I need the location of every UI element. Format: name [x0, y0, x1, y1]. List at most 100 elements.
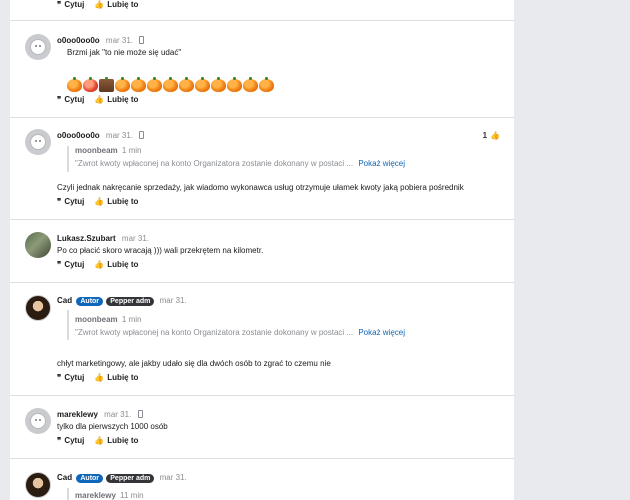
- quote-author: moonbeam: [75, 146, 118, 155]
- pumpkin-emoji-icon: [163, 77, 178, 92]
- pumpkin-emoji-icon: [147, 77, 162, 92]
- quote-icon: ❞: [57, 260, 62, 269]
- comment-header: o0oo0oo0o mar 31.: [57, 131, 145, 140]
- quote-text: "Zwrot kwoty wpłaconej na konto Organiza…: [75, 328, 354, 337]
- thumbs-up-icon: 👍: [94, 95, 105, 104]
- emoji-row: [67, 77, 274, 92]
- divider: [10, 219, 514, 220]
- quote-button[interactable]: ❞ Cytuj: [57, 197, 84, 206]
- author-name[interactable]: mareklewy: [57, 410, 98, 419]
- author-name[interactable]: Lukasz.Szubart: [57, 234, 116, 243]
- comment-text: Czyli jednak nakręcanie sprzedaży, jak w…: [57, 183, 464, 192]
- divider: [10, 20, 514, 21]
- comment-date: mar 31.: [105, 36, 134, 45]
- quote-icon: ❞: [57, 197, 62, 206]
- pumpkin-emoji-icon: [243, 77, 258, 92]
- quote-body: "Zwrot kwoty wpłaconej na konto Organiza…: [75, 328, 405, 337]
- comment-actions: ❞ Cytuj 👍 Lubię to: [57, 260, 138, 269]
- divider: [10, 458, 514, 459]
- comment-header: Cad Autor Pepper adm mar 31.: [57, 296, 187, 306]
- quote-button[interactable]: ❞ Cytuj: [57, 436, 84, 445]
- like-count[interactable]: 1 👍: [483, 131, 500, 140]
- comment-date: mar 31.: [104, 410, 132, 419]
- quote-button[interactable]: ❞ Cytuj: [57, 260, 84, 269]
- comment-actions: ❞ Cytuj 👍 Lubię to: [57, 0, 138, 9]
- quoted-comment[interactable]: moonbeam 1 min "Zwrot kwoty wpłaconej na…: [67, 310, 405, 340]
- admin-badge: Pepper adm: [106, 297, 155, 306]
- like-button[interactable]: 👍 Lubię to: [94, 95, 138, 104]
- comment-date: mar 31.: [159, 296, 187, 305]
- avatar[interactable]: [25, 408, 51, 434]
- quote-header: moonbeam 1 min: [75, 315, 405, 324]
- like-button[interactable]: 👍 Lubię to: [94, 373, 138, 382]
- comment-header: Cad Autor Pepper adm mar 31.: [57, 473, 187, 483]
- quote-text: "Zwrot kwoty wpłaconej na konto Organiza…: [75, 159, 354, 168]
- divider: [10, 117, 514, 118]
- author-name[interactable]: Cad: [57, 296, 72, 305]
- comment-text: Brzmi jak "to nie może się udać": [67, 48, 182, 57]
- pumpkin-emoji-icon: [67, 77, 82, 92]
- quote-button[interactable]: ❞ Cytuj: [57, 373, 84, 382]
- comment-header: mareklewy mar 31.: [57, 410, 143, 419]
- admin-badge: Pepper adm: [106, 474, 155, 483]
- default-avatar-icon: [30, 413, 46, 429]
- quote-icon: ❞: [57, 95, 62, 104]
- show-more-link[interactable]: Pokaż więcej: [358, 328, 405, 337]
- comment-actions: ❞ Cytuj 👍 Lubię to: [57, 373, 138, 382]
- default-avatar-icon: [30, 134, 46, 150]
- avatar[interactable]: [25, 295, 51, 321]
- thumbs-up-icon: 👍: [94, 197, 105, 206]
- comment-date: mar 31.: [121, 234, 150, 243]
- mobile-icon: [139, 36, 145, 44]
- pumpkin-emoji-icon: [179, 77, 194, 92]
- comment-actions: ❞ Cytuj 👍 Lubię to: [57, 436, 138, 445]
- quote-button[interactable]: ❞ Cytuj: [57, 95, 84, 104]
- thumbs-up-icon: 👍: [94, 0, 105, 9]
- author-name[interactable]: Cad: [57, 473, 72, 482]
- author-name[interactable]: o0oo0oo0o: [57, 36, 100, 45]
- quote-time: 1 min: [121, 146, 142, 155]
- thumbs-up-icon: 👍: [94, 260, 105, 269]
- avatar[interactable]: [25, 472, 51, 498]
- pumpkin-emoji-icon: [83, 77, 98, 92]
- like-button[interactable]: 👍 Lubię to: [94, 197, 138, 206]
- quote-button[interactable]: ❞ Cytuj: [57, 0, 84, 9]
- comment-actions: ❞ Cytuj 👍 Lubię to: [57, 95, 138, 104]
- comment-actions: ❞ Cytuj 👍 Lubię to: [57, 197, 138, 206]
- avatar[interactable]: [25, 129, 51, 155]
- divider: [10, 395, 514, 396]
- quoted-comment[interactable]: mareklewy 11 min: [67, 488, 144, 500]
- comment-date: mar 31.: [105, 131, 134, 140]
- like-button[interactable]: 👍 Lubię to: [94, 260, 138, 269]
- author-name[interactable]: o0oo0oo0o: [57, 131, 100, 140]
- comment-text: tylko dla pierwszych 1000 osób: [57, 422, 168, 431]
- thumbs-up-icon: 👍: [490, 131, 500, 140]
- pumpkin-emoji-icon: [227, 77, 242, 92]
- quote-icon: ❞: [57, 436, 62, 445]
- like-button[interactable]: 👍 Lubię to: [94, 0, 138, 9]
- quote-body: "Zwrot kwoty wpłaconej na konto Organiza…: [75, 159, 405, 168]
- comment-header: Lukasz.Szubart mar 31.: [57, 234, 149, 243]
- comment-text: Po co płacić skoro wracają ))) wali prze…: [57, 246, 264, 255]
- avatar[interactable]: [25, 34, 51, 60]
- thumbs-up-icon: 👍: [94, 373, 105, 382]
- quote-icon: ❞: [57, 373, 62, 382]
- comment-text: chłyt marketingowy, ale jakby udało się …: [57, 359, 331, 368]
- show-more-link[interactable]: Pokaż więcej: [358, 159, 405, 168]
- quote-header: moonbeam 1 min: [75, 146, 405, 155]
- divider: [10, 282, 514, 283]
- pumpkin-emoji-icon: [131, 77, 146, 92]
- author-badge: Autor: [76, 474, 104, 483]
- box-emoji-icon: [99, 77, 114, 92]
- avatar[interactable]: [25, 232, 51, 258]
- pumpkin-emoji-icon: [259, 77, 274, 92]
- quote-author: mareklewy: [75, 491, 116, 500]
- like-button[interactable]: 👍 Lubię to: [94, 436, 138, 445]
- comments-panel: ❞ Cytuj 👍 Lubię to o0oo0oo0o mar 31. Brzmi…: [10, 0, 514, 500]
- mobile-icon: [137, 410, 143, 418]
- default-avatar-icon: [30, 39, 46, 55]
- quoted-comment[interactable]: moonbeam 1 min "Zwrot kwoty wpłaconej na…: [67, 146, 405, 172]
- thumbs-up-icon: 👍: [94, 436, 105, 445]
- author-badge: Autor: [76, 297, 104, 306]
- quote-time: 11 min: [120, 491, 144, 500]
